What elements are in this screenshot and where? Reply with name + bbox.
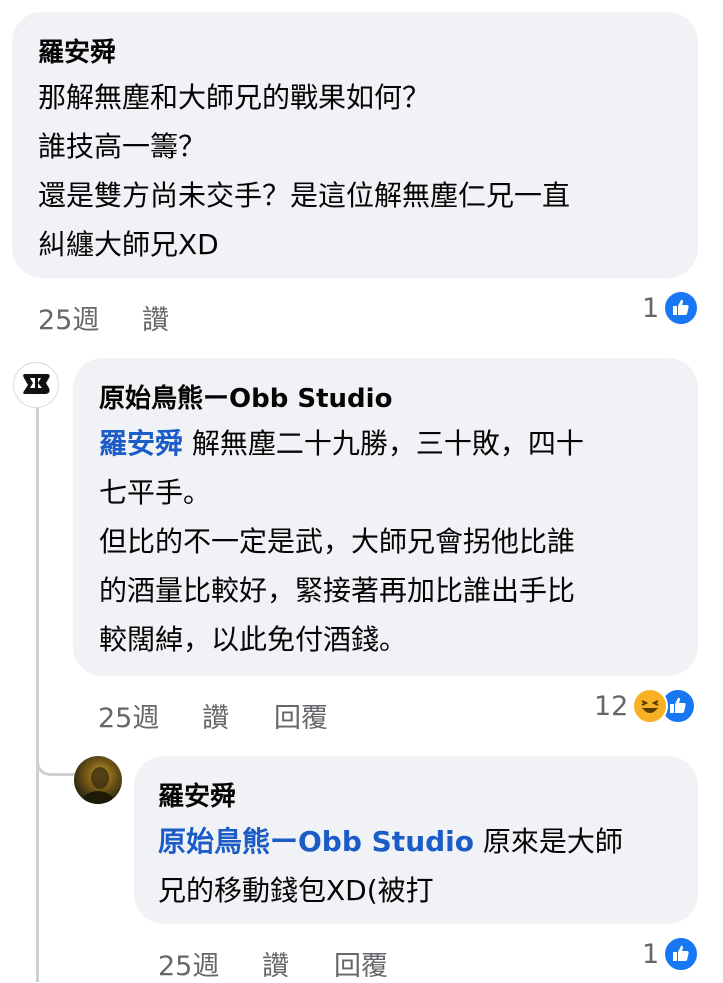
thread-line [36,404,39,982]
reaction-summary[interactable]: 12 [594,688,697,724]
reaction-count: 1 [642,292,660,324]
thread-connector [36,760,76,776]
studio-logo-avatar[interactable] [13,362,59,408]
reaction-count: 12 [594,690,629,722]
comment-text-line: 原始鳥熊ーObb Studio 原來是大師 [158,817,698,866]
timestamp[interactable]: 25週 [38,298,99,337]
comment-text: 解無塵二十九勝，三十敗，四十 [183,427,584,460]
like-button[interactable]: 讚 [262,944,289,983]
user-avatar[interactable] [74,756,122,804]
reply-button[interactable]: 回覆 [274,696,328,735]
like-icon [663,290,700,326]
comment-bubble: 羅安舜 那解無塵和大師兄的戰果如何？ 誰技高一籌？ 還是雙方尚未交手？是這位解無… [12,12,698,278]
comment-bubble: 羅安舜 原始鳥熊ーObb Studio 原來是大師 兄的移動錢包XD(被打 [134,756,698,924]
comment-text-line: 糾纏大師兄XD [38,228,219,261]
like-button[interactable]: 讚 [202,696,229,735]
comment-text-line: 較闊綽，以此免付酒錢。 [99,623,408,656]
comment-text: 原來是大師 [474,825,623,858]
comment-bubble: 原始鳥熊ーObb Studio 羅安舜 解無塵二十九勝，三十敗，四十 七平手。 … [73,358,698,676]
like-icon [663,936,700,972]
timestamp[interactable]: 25週 [158,944,219,983]
like-button[interactable]: 讚 [142,298,169,337]
reaction-count: 1 [642,938,660,970]
comment-author[interactable]: 羅安舜 [38,32,698,69]
reply-button[interactable]: 回覆 [334,944,388,983]
haha-icon [632,688,669,724]
comment-text-line: 那解無塵和大師兄的戰果如何？ [38,81,431,114]
reaction-summary[interactable]: 1 [642,936,700,972]
comment-text-line: 還是雙方尚未交手？是這位解無塵仁兄一直 [38,179,571,212]
comment-text-line: 誰技高一籌？ [38,130,207,163]
comment-author[interactable]: 羅安舜 [158,776,698,813]
reaction-summary[interactable]: 1 [642,290,700,326]
timestamp[interactable]: 25週 [98,696,159,735]
comment-text-line: 但比的不一定是武，大師兄會拐他比誰 [99,525,576,558]
comment-text-line: 羅安舜 解無塵二十九勝，三十敗，四十 [99,419,698,468]
mention-link[interactable]: 羅安舜 [99,427,183,460]
comment-author[interactable]: 原始鳥熊ーObb Studio [99,378,698,415]
comment-text-line: 兄的移動錢包XD(被打 [158,874,434,907]
mention-link[interactable]: 原始鳥熊ーObb Studio [158,825,474,858]
comment-text-line: 七平手。 [99,476,212,509]
comment-text-line: 的酒量比較好，緊接著再加比誰出手比 [99,574,576,607]
